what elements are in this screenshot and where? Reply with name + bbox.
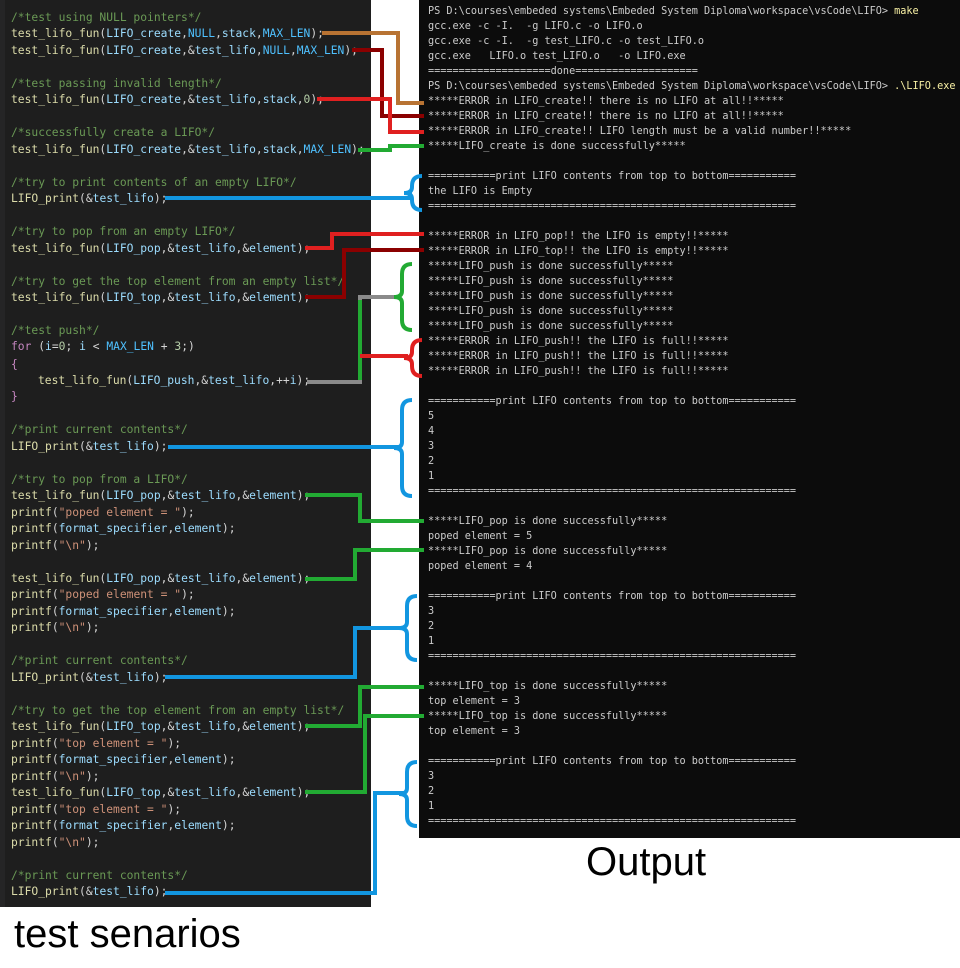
- brace-empty-print: [403, 174, 423, 212]
- wire-pop-2: [305, 548, 424, 581]
- brace-print-final: [398, 760, 418, 828]
- wire-print-final: [165, 791, 405, 895]
- brace-push-success: [393, 262, 413, 332]
- wire-print-empty: [165, 192, 412, 200]
- brace-push-full: [403, 338, 423, 378]
- brace-print-after-pop: [398, 594, 418, 662]
- brace-print-current: [393, 398, 413, 498]
- wire-null-lifo: [322, 31, 424, 105]
- connector-wires: [165, 31, 424, 895]
- wire-pop-empty: [305, 232, 424, 250]
- wire-create-success: [358, 144, 424, 152]
- wire-push-loop: [307, 295, 400, 384]
- wire-print-after-pop: [165, 626, 405, 679]
- output-caption: Output: [586, 840, 707, 884]
- wire-top-empty: [305, 248, 424, 299]
- wire-pop-1: [305, 493, 424, 523]
- test-scenarios-caption: test senarios: [14, 912, 241, 956]
